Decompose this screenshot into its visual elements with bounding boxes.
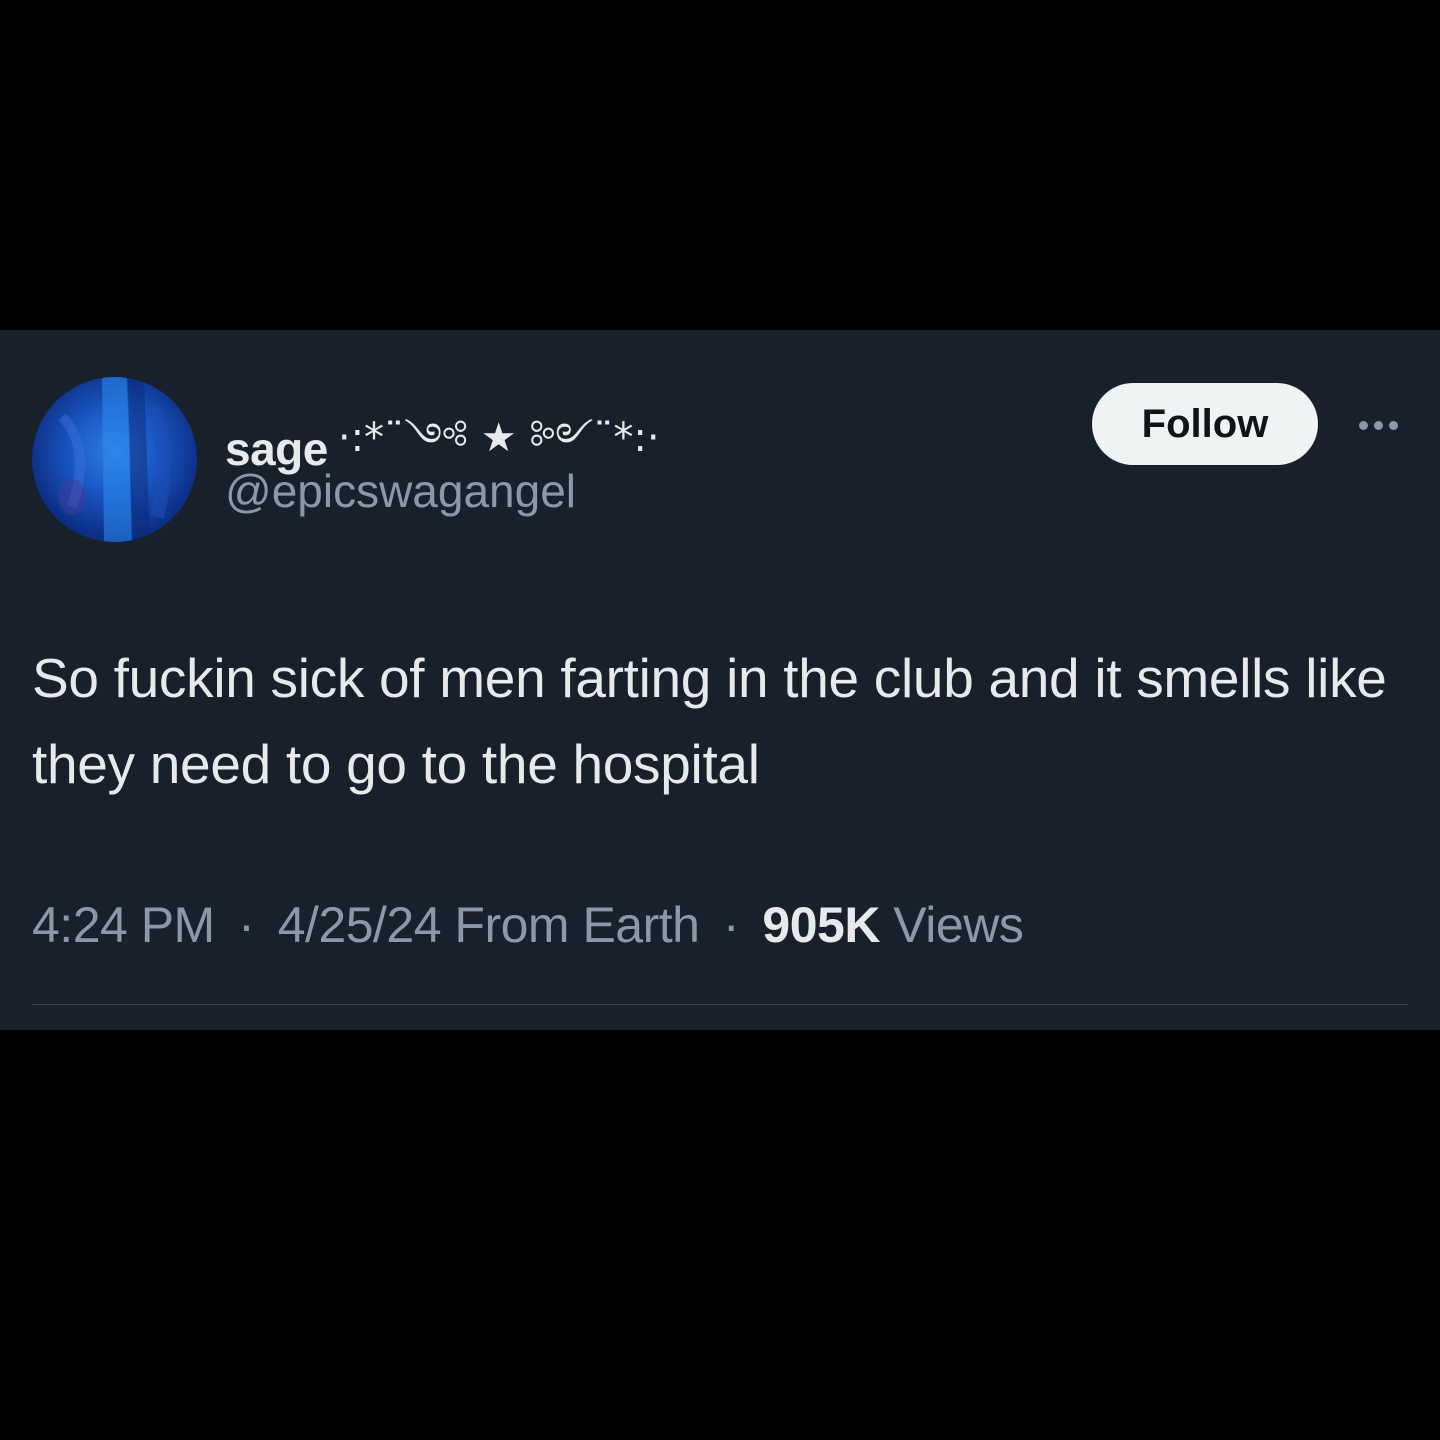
follow-button[interactable]: Follow	[1092, 383, 1318, 465]
author-handle[interactable]: @epicswagangel	[225, 464, 576, 518]
avatar-image	[58, 377, 171, 542]
avatar[interactable]	[32, 377, 197, 542]
meta-separator: ·	[238, 897, 255, 953]
dot	[1358, 420, 1368, 430]
dot	[1373, 420, 1383, 430]
divider	[32, 1004, 1408, 1005]
tweet-date-source[interactable]: 4/25/24 From Earth	[278, 897, 700, 953]
views-count[interactable]: 905K	[762, 897, 880, 953]
dot	[1388, 420, 1398, 430]
tweet-meta: 4:24 PM · 4/25/24 From Earth · 905K View…	[32, 896, 1024, 954]
tweet-text: So fuckin sick of men farting in the clu…	[32, 647, 1387, 795]
meta-separator: ·	[722, 897, 740, 953]
tweet-time[interactable]: 4:24 PM	[32, 897, 215, 953]
tweet-card: sage ·:*¨༺ ★ ༻¨*:· @epicswagangel Follow…	[0, 330, 1440, 1030]
more-horizontal-icon[interactable]	[1348, 408, 1408, 442]
views-label: Views	[893, 897, 1024, 953]
